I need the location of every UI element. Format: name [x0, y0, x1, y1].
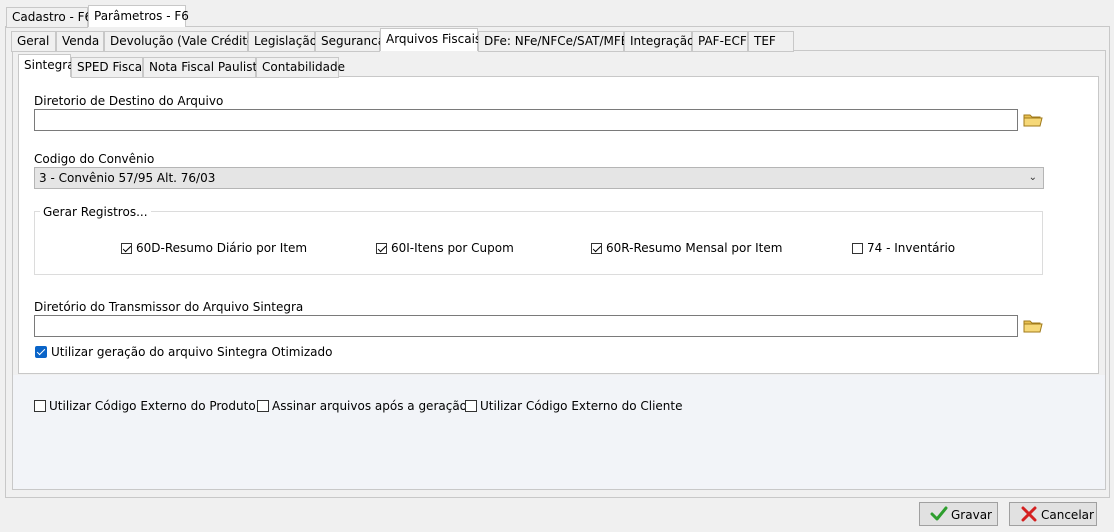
checkbox-60i[interactable] [376, 243, 387, 254]
checkbox-codigo-externo-cliente[interactable] [465, 400, 477, 412]
save-button[interactable]: Gravar [919, 502, 998, 526]
close-icon [1021, 506, 1037, 522]
tab-devolucao[interactable]: Devolução (Vale Crédito) [104, 31, 259, 52]
convenio-label: Codigo do Convênio [34, 152, 155, 166]
checkbox-codigo-externo-produto[interactable] [34, 400, 46, 412]
dest-dir-browse-button[interactable] [1023, 112, 1043, 130]
tab-legislacao[interactable]: Legislação [248, 31, 317, 52]
tab-sintegra[interactable]: Sintegra [18, 54, 75, 77]
tab-cadastro[interactable]: Cadastro - F6 [6, 7, 92, 28]
tab-integracao[interactable]: Integração [624, 31, 694, 52]
tab-arquivos-fiscais[interactable]: Arquivos Fiscais [380, 28, 481, 51]
cancel-button-label: Cancelar [1041, 508, 1094, 522]
transmissor-dir-input[interactable] [34, 315, 1018, 337]
folder-icon [1023, 114, 1043, 127]
tab-paf-ecf[interactable]: PAF-ECF [692, 31, 748, 52]
convenio-select[interactable]: 3 - Convênio 57/95 Alt. 76/03 ⌄ [34, 167, 1044, 189]
tab-seguranca[interactable]: Seguranca [315, 31, 385, 52]
tab-dfe[interactable]: DFe: NFe/NFCe/SAT/MFE [478, 31, 628, 52]
checkbox-74-label: 74 - Inventário [867, 241, 956, 255]
tab-nota-fiscal-paulista[interactable]: Nota Fiscal Paulista [143, 57, 265, 78]
checkbox-60i-label: 60I-Itens por Cupom [391, 241, 514, 255]
tab-contabilidade[interactable]: Contabilidade [256, 57, 345, 78]
tab-parametros[interactable]: Parâmetros - F6 [88, 5, 189, 27]
dest-dir-input[interactable] [34, 109, 1018, 131]
convenio-value: 3 - Convênio 57/95 Alt. 76/03 [39, 171, 216, 185]
checkbox-60d[interactable] [121, 243, 132, 254]
checkbox-assinar-arquivos-label: Assinar arquivos após a geração [272, 399, 468, 413]
checkbox-74[interactable] [852, 243, 863, 254]
tab-tef[interactable]: TEF [748, 31, 794, 52]
checkbox-codigo-externo-cliente-label: Utilizar Código Externo do Cliente [480, 399, 683, 413]
checkbox-codigo-externo-produto-label: Utilizar Código Externo do Produto [49, 399, 256, 413]
gerar-registros-title: Gerar Registros... [40, 205, 151, 219]
save-button-label: Gravar [951, 508, 992, 522]
main-tab-lower-area [13, 375, 1105, 489]
transmissor-dir-browse-button[interactable] [1023, 318, 1043, 336]
chevron-down-icon: ⌄ [1028, 172, 1037, 183]
checkbox-assinar-arquivos[interactable] [257, 400, 269, 412]
checkbox-sintegra-otimizado[interactable] [35, 346, 47, 358]
tab-venda[interactable]: Venda [56, 31, 104, 52]
tab-sped-fiscal[interactable]: SPED Fiscal [71, 57, 145, 78]
tab-geral[interactable]: Geral [11, 31, 56, 52]
cancel-button[interactable]: Cancelar [1009, 502, 1097, 526]
checkbox-60r-label: 60R-Resumo Mensal por Item [606, 241, 783, 255]
folder-icon [1023, 320, 1043, 333]
transmissor-dir-label: Diretório do Transmissor do Arquivo Sint… [34, 300, 304, 314]
dest-dir-label: Diretorio de Destino do Arquivo [34, 94, 224, 108]
checkbox-sintegra-otimizado-label: Utilizar geração do arquivo Sintegra Oti… [51, 345, 333, 359]
checkbox-60r[interactable] [591, 243, 602, 254]
checkbox-60d-label: 60D-Resumo Diário por Item [136, 241, 308, 255]
checkmark-icon [930, 506, 948, 521]
